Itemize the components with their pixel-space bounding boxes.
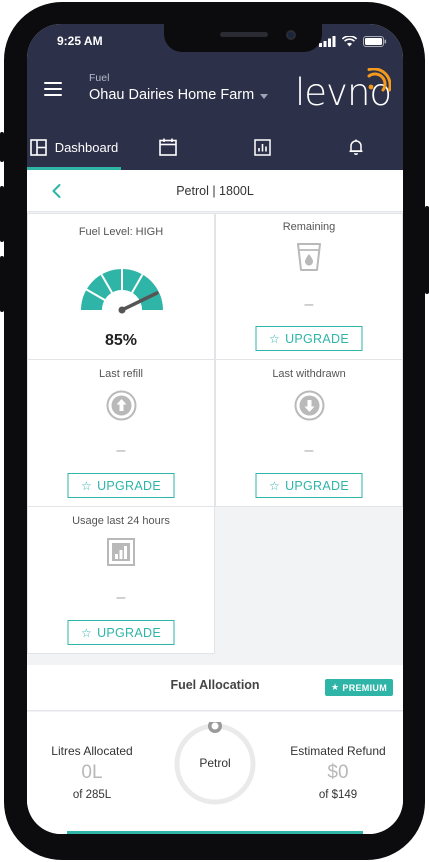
usage-upgrade-button[interactable]: ☆ UPGRADE — [67, 620, 175, 645]
tab-dashboard[interactable]: Dashboard — [27, 124, 121, 170]
title-bar: Petrol | 1800L — [27, 170, 403, 212]
tab-reports[interactable] — [215, 124, 309, 170]
tab-alerts[interactable] — [309, 124, 403, 170]
fuel-allocation-header: Fuel Allocation ★ PREMIUM — [27, 665, 403, 711]
status-icons — [319, 34, 387, 48]
fuel-level-title: Fuel Level: HIGH — [78, 226, 164, 238]
bottom-accent-line — [67, 831, 363, 834]
last-refill-title: Last refill — [98, 368, 144, 380]
arrow-up-circle-icon — [106, 390, 137, 421]
last-refill-card: Last refill – ☆ UPGRADE — [27, 359, 215, 507]
cup-icon — [297, 243, 321, 271]
bar-chart-icon — [107, 538, 135, 566]
star-outline-icon: ☆ — [81, 478, 93, 493]
estimated-refund-total: of $149 — [318, 789, 358, 801]
estimated-refund: Estimated Refund $0 of $149 — [273, 744, 403, 801]
power-button — [425, 206, 429, 294]
premium-label: PREMIUM — [342, 682, 387, 693]
last-refill-value: – — [116, 442, 126, 459]
litres-allocated-total: of 285L — [72, 789, 112, 801]
arrow-down-circle-icon — [294, 390, 325, 421]
premium-badge: ★ PREMIUM — [325, 679, 393, 696]
page-title: Petrol | 1800L — [176, 184, 254, 198]
remaining-card: Remaining – ☆ UPGRADE — [215, 213, 403, 360]
farm-selector[interactable]: Ohau Dairies Home Farm — [89, 87, 269, 103]
upgrade-label: UPGRADE — [97, 478, 161, 493]
fuel-allocation-body: Litres Allocated 0L of 285L Petrol Estim… — [27, 712, 403, 834]
farm-label: Fuel — [89, 72, 110, 84]
last-refill-upgrade-button[interactable]: ☆ UPGRADE — [67, 473, 175, 498]
phone-frame: 9:25 AM Fuel Ohau Dairies Home Farm levn… — [0, 0, 429, 862]
battery-icon — [363, 35, 387, 47]
chart-icon — [253, 138, 271, 156]
fuel-gauge — [81, 267, 163, 314]
last-withdrawn-upgrade-button[interactable]: ☆ UPGRADE — [255, 473, 363, 498]
last-withdrawn-card: Last withdrawn – ☆ UPGRADE — [215, 359, 403, 507]
calendar-icon — [159, 138, 177, 156]
star-outline-icon: ☆ — [269, 331, 281, 346]
estimated-refund-label: Estimated Refund — [290, 744, 386, 758]
front-camera — [286, 30, 296, 40]
usage-value: – — [116, 589, 126, 606]
wifi-icon — [342, 35, 357, 46]
last-withdrawn-title: Last withdrawn — [272, 368, 346, 380]
farm-name: Ohau Dairies Home Farm — [89, 87, 255, 103]
last-withdrawn-value: – — [304, 442, 314, 459]
wireless-signal-icon — [367, 68, 391, 92]
donut-label: Petrol — [199, 756, 231, 770]
tab-dashboard-label: Dashboard — [54, 139, 119, 155]
fuel-level-value: 85% — [104, 332, 138, 349]
star-icon: ★ — [331, 682, 340, 692]
usage-title: Usage last 24 hours — [72, 515, 170, 527]
tab-calendar[interactable] — [121, 124, 215, 170]
star-outline-icon: ☆ — [81, 625, 93, 640]
screen: 9:25 AM Fuel Ohau Dairies Home Farm levn… — [27, 24, 403, 834]
levno-logo: levno — [295, 68, 392, 114]
litres-allocated: Litres Allocated 0L of 285L — [27, 744, 157, 801]
upgrade-label: UPGRADE — [285, 331, 349, 346]
fuel-level-card: Fuel Level: HIGH 85% — [27, 213, 215, 360]
remaining-title: Remaining — [282, 221, 336, 233]
tab-bar: Dashboard — [27, 124, 403, 170]
star-outline-icon: ☆ — [269, 478, 281, 493]
remaining-upgrade-button[interactable]: ☆ UPGRADE — [255, 326, 363, 351]
status-time: 9:25 AM — [57, 34, 103, 48]
speaker — [220, 32, 268, 37]
litres-allocated-value: 0L — [81, 762, 103, 783]
menu-icon[interactable] — [44, 82, 62, 96]
upgrade-label: UPGRADE — [285, 478, 349, 493]
bell-icon — [349, 139, 363, 155]
upgrade-label: UPGRADE — [97, 625, 161, 640]
remaining-value: – — [304, 296, 314, 313]
notch — [164, 24, 322, 52]
dashboard-icon — [29, 138, 47, 156]
litres-allocated-label: Litres Allocated — [51, 744, 133, 758]
chevron-down-icon — [260, 93, 269, 99]
usage-card: Usage last 24 hours – ☆ UPGRADE — [27, 506, 215, 654]
estimated-refund-value: $0 — [327, 762, 349, 783]
